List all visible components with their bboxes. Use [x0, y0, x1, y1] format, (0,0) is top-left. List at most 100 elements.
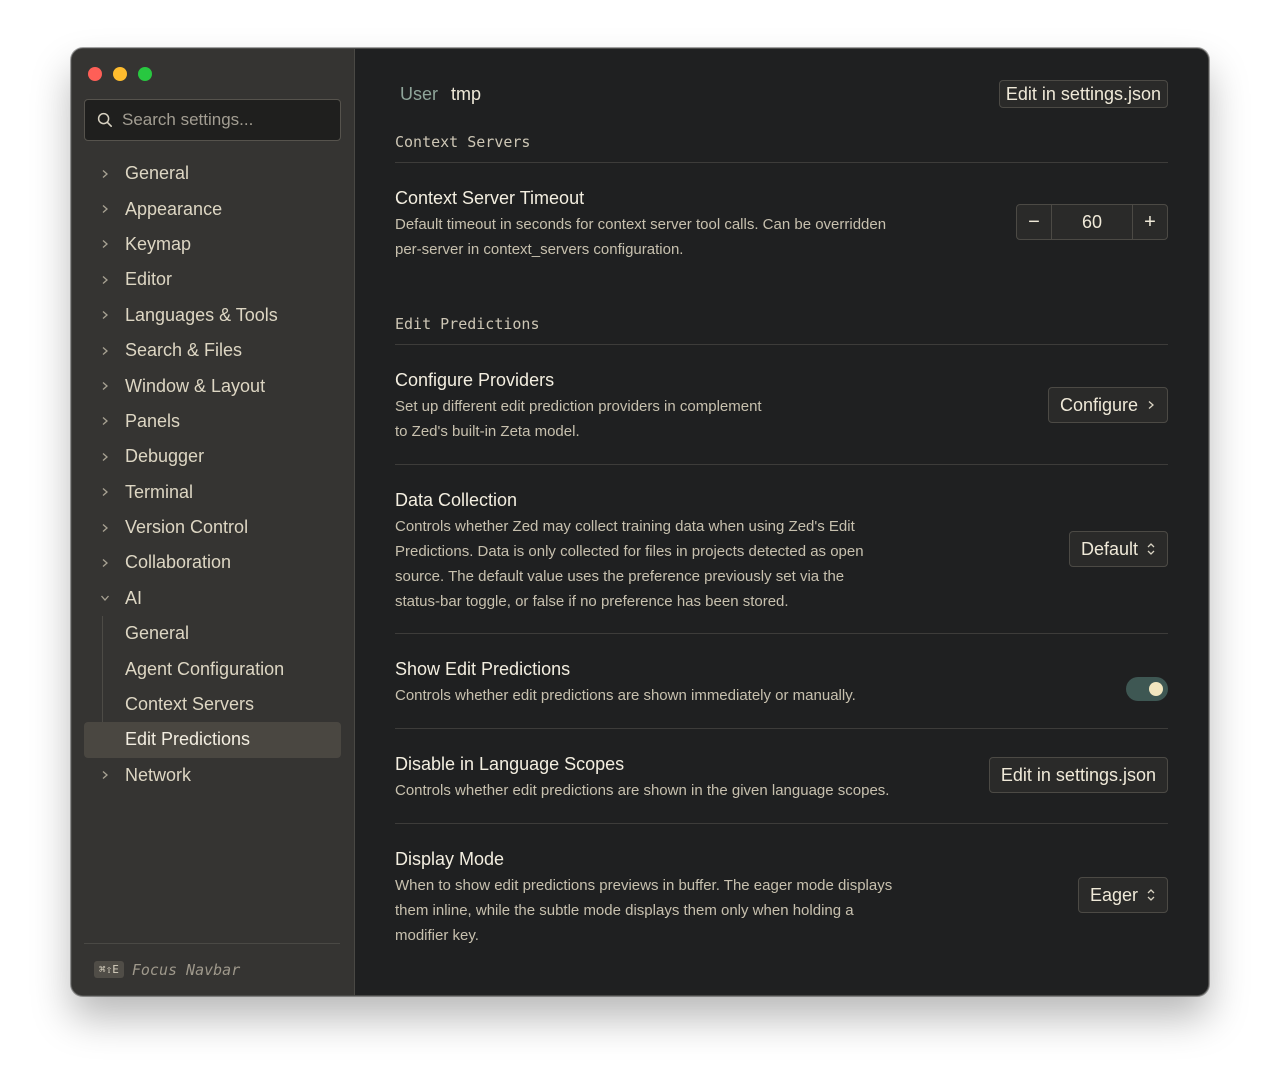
nav-item-label: Network: [125, 764, 192, 785]
chevron-right-icon: [96, 519, 114, 537]
ai-subitems: General Agent Configuration Context Serv…: [84, 616, 341, 758]
nav-item-label: Keymap: [125, 233, 192, 254]
nav-item-ai[interactable]: AI: [84, 581, 341, 616]
language-scopes-control: Edit in settings.json: [988, 757, 1168, 793]
chevron-right-icon: [96, 271, 114, 289]
chevron-right-icon: [96, 766, 114, 784]
chevron-right-icon: [96, 342, 114, 360]
configure-providers-button[interactable]: Configure: [1047, 387, 1168, 423]
keyboard-shortcut-badge: ⌘⇧E: [94, 961, 124, 978]
display-mode-select[interactable]: Eager: [1077, 877, 1168, 913]
nav-item-label: AI: [125, 587, 143, 608]
setting-description: Controls whether Zed may collect trainin…: [395, 514, 1168, 614]
nav-item-network[interactable]: Network: [84, 758, 341, 793]
nav-subitem-context-servers[interactable]: Context Servers: [84, 687, 341, 722]
setting-show-edit-predictions: Show Edit Predictions Controls whether e…: [395, 658, 1168, 713]
nav-item-label: Edit Predictions: [125, 729, 251, 750]
minimize-window-button[interactable]: [113, 67, 127, 81]
nav-item-panels[interactable]: Panels: [84, 404, 341, 439]
data-collection-control: Default: [1068, 531, 1168, 567]
nav-item-label: Context Servers: [125, 694, 255, 715]
setting-title: Data Collection: [395, 490, 518, 510]
section-title-edit-predictions: Edit Predictions: [395, 315, 540, 333]
description-line: source. The default value uses the prefe…: [395, 568, 845, 585]
setting-divider: [395, 823, 1168, 824]
data-collection-select[interactable]: Default: [1068, 531, 1168, 567]
nav-item-label: Terminal: [125, 481, 194, 502]
nav-subitem-ai-general[interactable]: General: [84, 616, 341, 651]
description-line: Controls whether edit predictions are sh…: [395, 687, 856, 704]
increment-button[interactable]: +: [1133, 205, 1167, 239]
description-line: Controls whether Zed may collect trainin…: [395, 518, 855, 535]
nav-item-terminal[interactable]: Terminal: [84, 475, 341, 510]
nav-subitem-edit-predictions[interactable]: Edit Predictions: [84, 722, 341, 758]
setting-description: Controls whether edit predictions are sh…: [395, 683, 1168, 708]
decrement-button[interactable]: −: [1017, 205, 1051, 239]
timeout-value[interactable]: 60: [1051, 205, 1133, 239]
setting-configure-providers: Configure Providers Set up different edi…: [395, 369, 1168, 449]
nav-item-label: Search & Files: [125, 340, 243, 361]
nav-item-label: Agent Configuration: [125, 658, 285, 679]
setting-title: Show Edit Predictions: [395, 659, 571, 679]
search-box[interactable]: [84, 99, 341, 141]
scope-tab-user[interactable]: User: [400, 84, 438, 105]
sidebar-footer: ⌘⇧E Focus Navbar: [84, 943, 340, 995]
nav-item-appearance[interactable]: Appearance: [84, 191, 341, 226]
show-edit-predictions-control: [1126, 677, 1168, 701]
chevron-right-icon: [96, 377, 114, 395]
nav-item-search-files[interactable]: Search & Files: [84, 333, 341, 368]
setting-divider: [395, 728, 1168, 729]
chevron-right-icon: [96, 554, 114, 572]
description-line: per-server in context_servers configurat…: [395, 241, 684, 258]
description-line: Predictions. Data is only collected for …: [395, 543, 864, 560]
nav-item-label: Appearance: [125, 198, 223, 219]
nav-item-collaboration[interactable]: Collaboration: [84, 545, 341, 580]
settings-nav: General Appearance Keymap Editor Languag…: [84, 156, 341, 793]
timeout-stepper: − 60 +: [1016, 204, 1168, 240]
scope-tab-project[interactable]: tmp: [451, 84, 481, 105]
description-line: When to show edit predictions previews i…: [395, 877, 893, 894]
configure-control: Configure: [1047, 387, 1168, 423]
setting-disable-in-language-scopes: Disable in Language Scopes Controls whet…: [395, 753, 1168, 808]
section-title-context-servers: Context Servers: [395, 133, 531, 151]
language-scopes-edit-button[interactable]: Edit in settings.json: [988, 757, 1168, 793]
description-line: status-bar toggle, or false if no prefer…: [395, 593, 789, 610]
settings-header: User tmp Edit in settings.json: [395, 80, 1168, 108]
toggle-knob: [1149, 682, 1163, 696]
section-divider: [395, 344, 1168, 345]
nav-item-label: Version Control: [125, 517, 249, 538]
nav-item-version-control[interactable]: Version Control: [84, 510, 341, 545]
nav-item-label: Panels: [125, 410, 181, 431]
setting-title: Display Mode: [395, 849, 505, 869]
nav-item-general[interactable]: General: [84, 156, 341, 191]
nav-subitem-agent-configuration[interactable]: Agent Configuration: [84, 651, 341, 686]
nav-item-window-layout[interactable]: Window & Layout: [84, 368, 341, 403]
nav-item-languages-tools[interactable]: Languages & Tools: [84, 298, 341, 333]
show-edit-predictions-toggle[interactable]: [1126, 677, 1168, 701]
settings-content: User tmp Edit in settings.json Context S…: [355, 49, 1208, 995]
maximize-window-button[interactable]: [138, 67, 152, 81]
chevron-down-icon: [96, 589, 114, 607]
selected-value: Eager: [1089, 884, 1138, 905]
nav-item-label: Window & Layout: [125, 375, 266, 396]
chevron-right-icon: [96, 483, 114, 501]
setting-data-collection: Data Collection Controls whether Zed may…: [395, 489, 1168, 639]
setting-context-server-timeout: Context Server Timeout Default timeout i…: [395, 187, 1168, 267]
search-input[interactable]: [122, 110, 332, 130]
chevron-right-icon: [96, 306, 114, 324]
timeout-stepper-control: − 60 +: [1016, 204, 1168, 240]
nav-item-editor[interactable]: Editor: [84, 262, 341, 297]
focus-navbar-hint: Focus Navbar: [131, 960, 241, 979]
chevron-right-icon: [96, 165, 114, 183]
nav-item-keymap[interactable]: Keymap: [84, 227, 341, 262]
setting-description: When to show edit predictions previews i…: [395, 873, 1168, 948]
nav-item-label: Collaboration: [125, 552, 232, 573]
nav-item-debugger[interactable]: Debugger: [84, 439, 341, 474]
nav-item-label: Languages & Tools: [125, 304, 278, 325]
description-line: them inline, while the subtle mode displ…: [395, 902, 854, 919]
chevron-right-icon: [96, 235, 114, 253]
close-window-button[interactable]: [88, 67, 102, 81]
setting-display-mode: Display Mode When to show edit predictio…: [395, 848, 1168, 948]
edit-in-settings-json-button[interactable]: Edit in settings.json: [998, 80, 1168, 108]
button-label: Configure: [1059, 394, 1138, 415]
